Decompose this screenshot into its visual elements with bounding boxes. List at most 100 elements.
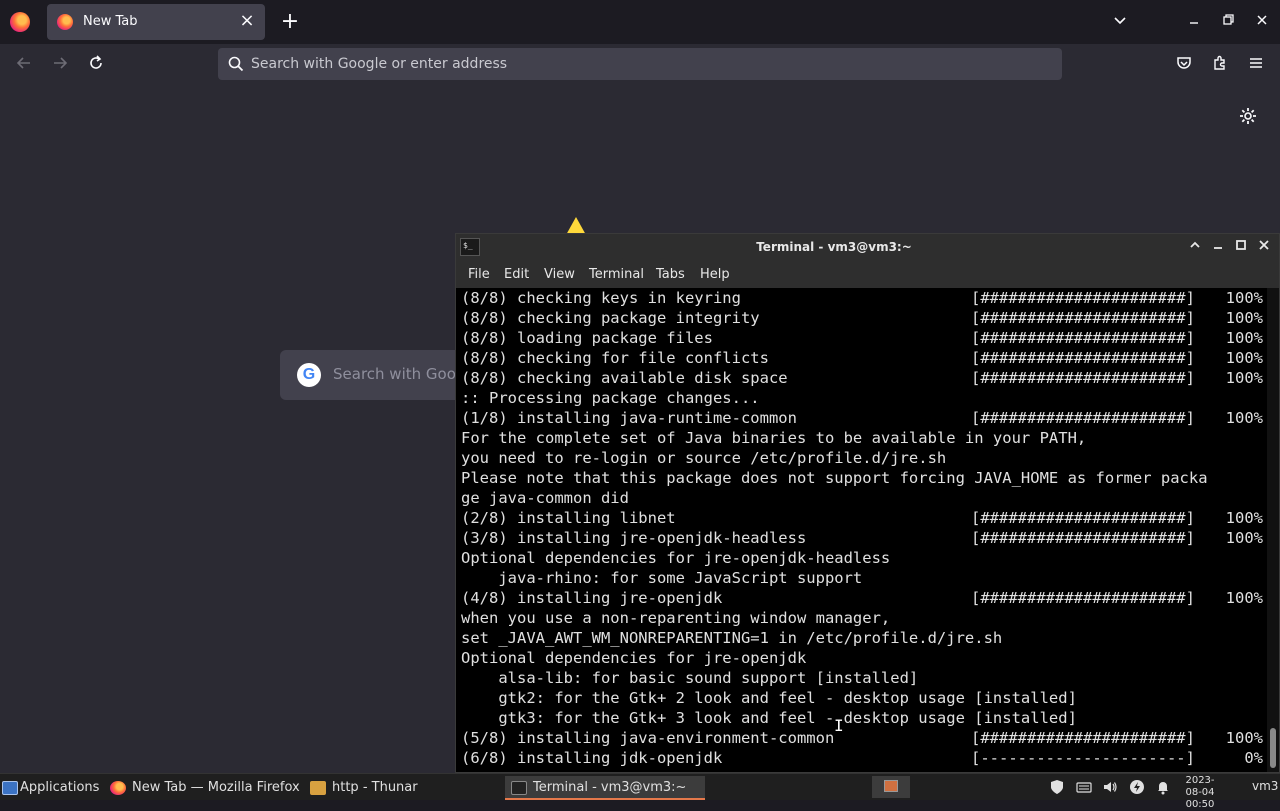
terminal-line: gtk2: for the Gtk+ 2 look and feel - des… bbox=[461, 688, 1267, 708]
terminal-line-text: (8/8) checking keys in keyring bbox=[461, 289, 741, 307]
terminal-line-text: (8/8) loading package files bbox=[461, 329, 713, 347]
close-window-icon[interactable] bbox=[1252, 12, 1272, 32]
keyboard-icon[interactable] bbox=[1075, 779, 1093, 797]
applications-menu-button[interactable]: Applications bbox=[2, 776, 106, 800]
progress-percent: 100% bbox=[1225, 289, 1263, 307]
menu-edit[interactable]: Edit bbox=[504, 267, 529, 282]
terminal-icon bbox=[511, 781, 527, 795]
volume-icon[interactable] bbox=[1101, 779, 1119, 797]
terminal-titlebar[interactable]: $_ Terminal - vm3@vm3:~ bbox=[456, 234, 1279, 262]
terminal-line: (8/8) checking available disk space [####… bbox=[461, 368, 1267, 388]
progress-bar-text: [######################] bbox=[971, 289, 1195, 307]
extensions-icon[interactable] bbox=[1209, 54, 1231, 76]
terminal-title: Terminal - vm3@vm3:~ bbox=[756, 240, 912, 254]
workspace-switcher[interactable] bbox=[872, 776, 910, 798]
firefox-logo-icon[interactable] bbox=[10, 12, 30, 32]
terminal-output[interactable]: (8/8) checking keys in keyring [#########… bbox=[461, 288, 1267, 772]
menu-view[interactable]: View bbox=[544, 267, 575, 282]
clock[interactable]: 2023-08-04 00:50 bbox=[1180, 775, 1220, 811]
progress-bar-text: [######################] bbox=[971, 529, 1195, 547]
close-terminal-icon[interactable] bbox=[1254, 238, 1274, 258]
clock-date: 2023-08-04 bbox=[1185, 775, 1215, 798]
reload-icon[interactable] bbox=[85, 54, 107, 76]
terminal-line-text: java-rhino: for some JavaScript support bbox=[461, 569, 863, 587]
gear-icon[interactable] bbox=[1238, 106, 1258, 126]
app-menu-icon[interactable] bbox=[1245, 54, 1267, 76]
terminal-line-text: (1/8) installing java-runtime-common bbox=[461, 409, 797, 427]
terminal-line-text: (6/8) installing jdk-openjdk bbox=[461, 749, 723, 767]
terminal-line: gtk3: for the Gtk+ 3 look and feel - des… bbox=[461, 708, 1267, 728]
menu-terminal[interactable]: Terminal bbox=[589, 267, 644, 282]
progress-bar-text: [######################] bbox=[971, 369, 1195, 387]
taskbar-firefox[interactable]: New Tab — Mozilla Firefox bbox=[110, 776, 300, 800]
restore-window-icon[interactable] bbox=[1218, 12, 1238, 32]
terminal-line-text: (3/8) installing jre-openjdk-headless bbox=[461, 529, 807, 547]
search-icon bbox=[228, 56, 244, 72]
back-arrow-icon[interactable] bbox=[13, 54, 35, 76]
text-cursor-icon: I bbox=[834, 716, 844, 735]
taskbar-terminal[interactable]: Terminal - vm3@vm3:~ bbox=[505, 776, 705, 800]
folder-icon bbox=[310, 781, 326, 795]
taskbar: Applications New Tab — Mozilla Firefox h… bbox=[0, 773, 1280, 810]
menu-help[interactable]: Help bbox=[700, 267, 730, 282]
terminal-line: you need to re-login or source /etc/prof… bbox=[461, 448, 1267, 468]
terminal-line: Optional dependencies for jre-openjdk-he… bbox=[461, 548, 1267, 568]
maximize-terminal-icon[interactable] bbox=[1231, 238, 1251, 258]
minimize-window-icon[interactable] bbox=[1184, 12, 1204, 32]
list-all-tabs-icon[interactable] bbox=[1110, 12, 1130, 32]
menu-file[interactable]: File bbox=[468, 267, 490, 282]
new-tab-button[interactable]: + bbox=[280, 10, 300, 34]
forward-arrow-icon[interactable] bbox=[49, 54, 71, 76]
notification-bell-icon[interactable] bbox=[1154, 779, 1172, 797]
shield-icon[interactable] bbox=[1048, 779, 1066, 797]
taskbar-thunar[interactable]: http - Thunar bbox=[310, 776, 450, 800]
user-label[interactable]: vm3 bbox=[1252, 779, 1278, 793]
progress-bar-text: [######################] bbox=[971, 589, 1195, 607]
tab-title: New Tab bbox=[83, 14, 138, 29]
terminal-line: For the complete set of Java binaries to… bbox=[461, 428, 1267, 448]
terminal-window[interactable]: $_ Terminal - vm3@vm3:~ File Edit View T… bbox=[455, 233, 1280, 773]
browser-tabbar: New Tab × + bbox=[0, 0, 1280, 44]
terminal-menubar: File Edit View Terminal Tabs Help bbox=[456, 262, 1279, 288]
pocket-icon[interactable] bbox=[1173, 54, 1195, 76]
address-bar[interactable] bbox=[218, 48, 1062, 80]
progress-bar-text: [######################] bbox=[971, 329, 1195, 347]
terminal-line: alsa-lib: for basic sound support [insta… bbox=[461, 668, 1267, 688]
applications-icon bbox=[2, 781, 18, 795]
power-icon[interactable] bbox=[1128, 779, 1146, 797]
terminal-line-text: gtk3: for the Gtk+ 3 look and feel - des… bbox=[461, 709, 1077, 727]
progress-percent: 100% bbox=[1225, 589, 1263, 607]
firefox-icon bbox=[110, 781, 126, 795]
progress-percent: 100% bbox=[1225, 329, 1263, 347]
tab-close-icon[interactable]: × bbox=[237, 11, 257, 31]
terminal-line-text: (5/8) installing java-environment-common bbox=[461, 729, 835, 747]
terminal-line-text: (2/8) installing libnet bbox=[461, 509, 676, 527]
tab-new-tab[interactable]: New Tab × bbox=[47, 4, 265, 40]
shade-window-icon[interactable] bbox=[1185, 238, 1205, 258]
workspace-icon bbox=[884, 780, 898, 792]
terminal-line-text: For the complete set of Java binaries to… bbox=[461, 429, 1087, 447]
address-input[interactable] bbox=[251, 48, 1031, 80]
terminal-line: (4/8) installing jre-openjdk [###########… bbox=[461, 588, 1267, 608]
terminal-line: (6/8) installing jdk-openjdk [-----------… bbox=[461, 748, 1267, 768]
terminal-line: (1/8) installing java-runtime-common [###… bbox=[461, 408, 1267, 428]
terminal-line: when you use a non-reparenting window ma… bbox=[461, 608, 1267, 628]
menu-tabs[interactable]: Tabs bbox=[656, 267, 685, 282]
scrollbar-thumb[interactable] bbox=[1270, 728, 1276, 768]
progress-percent: 100% bbox=[1225, 409, 1263, 427]
terminal-line-text: Please note that this package does not s… bbox=[461, 469, 1208, 487]
terminal-line: (8/8) checking for file conflicts [######… bbox=[461, 348, 1267, 368]
terminal-line: (3/8) installing jre-openjdk-headless [##… bbox=[461, 528, 1267, 548]
minimize-terminal-icon[interactable] bbox=[1208, 238, 1228, 258]
progress-percent: 100% bbox=[1225, 349, 1263, 367]
progress-percent: 100% bbox=[1225, 509, 1263, 527]
terminal-scrollbar[interactable] bbox=[1267, 288, 1279, 772]
terminal-line: java-rhino: for some JavaScript support bbox=[461, 568, 1267, 588]
terminal-line-text: you need to re-login or source /etc/prof… bbox=[461, 449, 947, 467]
browser-navbar bbox=[0, 44, 1280, 85]
progress-bar-text: [######################] bbox=[971, 309, 1195, 327]
terminal-line: set _JAVA_AWT_WM_NONREPARENTING=1 in /et… bbox=[461, 628, 1267, 648]
firefox-favicon-icon bbox=[57, 14, 73, 30]
progress-bar-text: [######################] bbox=[971, 509, 1195, 527]
terminal-line-text: (4/8) installing jre-openjdk bbox=[461, 589, 723, 607]
